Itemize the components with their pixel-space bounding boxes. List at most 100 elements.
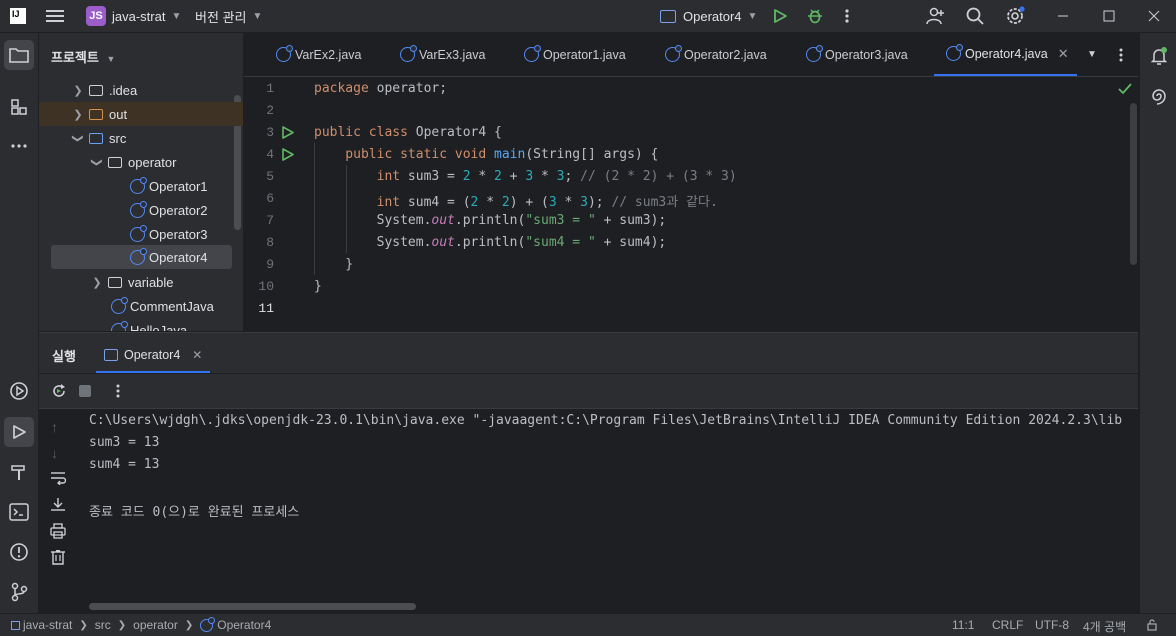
run-tool-icon[interactable] bbox=[4, 417, 34, 447]
tree-item-label: CommentJava bbox=[130, 298, 214, 314]
scroll-down-arrow-icon[interactable]: ↓ bbox=[51, 445, 58, 461]
breadcrumb-item-project[interactable]: java-strat bbox=[23, 618, 72, 632]
tree-item-hellojava[interactable]: HelloJava bbox=[39, 318, 243, 331]
tree-item-src[interactable]: ❯ src bbox=[39, 126, 243, 150]
code-token: package bbox=[314, 81, 377, 96]
notifications-bell-icon[interactable] bbox=[1144, 41, 1174, 71]
code-token: * bbox=[478, 195, 502, 210]
stop-icon[interactable] bbox=[79, 385, 91, 397]
console-output-line: 종료 코드 0(으)로 완료된 프로세스 bbox=[89, 505, 300, 520]
run-config-selector[interactable]: Operator4 ▼ bbox=[660, 0, 757, 32]
code-token: + bbox=[501, 169, 526, 184]
run-side-toolbar: ↑ ↓ bbox=[39, 409, 77, 613]
breadcrumb: java-strat ❯ src ❯ operator ❯ Operator4 bbox=[11, 616, 271, 632]
debug-icon[interactable] bbox=[806, 0, 824, 32]
maximize-icon[interactable] bbox=[1103, 0, 1115, 32]
code-token: public class bbox=[314, 125, 416, 140]
soft-wrap-icon[interactable] bbox=[50, 471, 66, 485]
java-class-icon bbox=[400, 45, 417, 62]
project-selector[interactable]: JS java-strat ▼ bbox=[86, 0, 181, 32]
code-token: .println( bbox=[454, 235, 526, 250]
more-vertical-icon[interactable] bbox=[115, 383, 121, 399]
app-logo-icon[interactable]: IJ bbox=[10, 0, 26, 32]
close-tab-icon[interactable]: ✕ bbox=[192, 348, 202, 362]
line-separator[interactable]: CRLF bbox=[992, 618, 1023, 632]
breadcrumb-item-operator4[interactable]: Operator4 bbox=[217, 618, 271, 632]
vcs-menu[interactable]: 버전 관리 ▼ bbox=[195, 0, 262, 32]
editor-scrollbar[interactable] bbox=[1130, 103, 1137, 265]
run-icon[interactable] bbox=[772, 0, 788, 32]
no-problems-check-icon[interactable] bbox=[1118, 83, 1132, 95]
structure-icon[interactable] bbox=[4, 92, 34, 122]
line-number: 3 bbox=[266, 125, 274, 140]
services-icon[interactable] bbox=[4, 376, 34, 406]
code-line: int sum4 = (2 * 2) + (3 * 3); // sum3과 같… bbox=[314, 191, 718, 210]
more-vertical-icon[interactable] bbox=[844, 0, 850, 32]
breadcrumb-item-operator[interactable]: operator bbox=[133, 618, 178, 632]
code-token: + sum3); bbox=[595, 213, 667, 228]
minimize-icon[interactable] bbox=[1057, 0, 1069, 32]
console-horizontal-scrollbar[interactable] bbox=[89, 603, 416, 610]
run-gutter-icon[interactable] bbox=[282, 126, 294, 139]
tab-varex3[interactable]: VarEx3.java bbox=[400, 33, 485, 76]
run-toolbar bbox=[39, 374, 1138, 409]
code-editor[interactable]: 1 2 3 4 5 6 7 8 9 10 11 package operator… bbox=[244, 77, 1138, 331]
tabs-overflow-chevron-icon[interactable]: ▼ bbox=[1087, 33, 1097, 76]
tab-label: VarEx2.java bbox=[295, 47, 362, 62]
tab-label: Operator3.java bbox=[825, 47, 908, 62]
settings-gear-icon[interactable] bbox=[1005, 0, 1025, 32]
run-gutter-icon[interactable] bbox=[282, 148, 294, 161]
tree-item-idea[interactable]: ❯ .idea bbox=[39, 78, 243, 102]
tab-operator4[interactable]: Operator4.java ✕ bbox=[934, 33, 1077, 76]
more-tools-icon[interactable] bbox=[4, 131, 34, 161]
tab-varex2[interactable]: VarEx2.java bbox=[276, 33, 361, 76]
java-class-icon bbox=[130, 176, 147, 194]
close-tab-icon[interactable]: ✕ bbox=[1058, 46, 1069, 62]
package-icon bbox=[108, 276, 122, 288]
tree-item-variable[interactable]: ❯ variable bbox=[39, 270, 243, 294]
file-encoding[interactable]: UTF-8 bbox=[1035, 618, 1069, 632]
code-token: } bbox=[314, 279, 322, 294]
tree-item-operator3[interactable]: Operator3 bbox=[39, 222, 243, 246]
java-class-icon bbox=[111, 296, 128, 314]
tree-item-operator1[interactable]: Operator1 bbox=[39, 174, 243, 198]
problems-icon[interactable] bbox=[4, 537, 34, 567]
left-tool-strip bbox=[0, 33, 39, 613]
java-class-icon bbox=[200, 616, 216, 632]
tree-item-commentjava[interactable]: CommentJava bbox=[39, 294, 243, 318]
tree-item-out[interactable]: ❯ out bbox=[39, 102, 243, 126]
add-user-icon[interactable] bbox=[926, 0, 946, 32]
indent-setting[interactable]: 4개 공백 bbox=[1083, 618, 1126, 635]
scroll-to-end-icon[interactable] bbox=[50, 497, 66, 511]
read-only-lock-icon[interactable] bbox=[1146, 619, 1158, 631]
tree-item-operator[interactable]: ❯ operator bbox=[39, 150, 243, 174]
search-icon[interactable] bbox=[966, 0, 984, 32]
terminal-icon[interactable] bbox=[4, 497, 34, 527]
main-menu-icon[interactable] bbox=[46, 0, 64, 32]
tab-operator2[interactable]: Operator2.java bbox=[665, 33, 767, 76]
print-icon[interactable] bbox=[50, 523, 66, 539]
line-number: 4 bbox=[266, 147, 274, 162]
code-token: 3 bbox=[548, 195, 557, 210]
line-number: 11 bbox=[258, 301, 274, 316]
tab-operator1[interactable]: Operator1.java bbox=[524, 33, 626, 76]
tab-operator3[interactable]: Operator3.java bbox=[806, 33, 908, 76]
clear-trash-icon[interactable] bbox=[50, 549, 66, 565]
build-hammer-icon[interactable] bbox=[4, 457, 34, 487]
breadcrumb-item-src[interactable]: src bbox=[95, 618, 111, 632]
scroll-up-arrow-icon[interactable]: ↑ bbox=[51, 419, 58, 435]
caret-position[interactable]: 11:1 bbox=[952, 618, 974, 632]
tabs-more-icon[interactable] bbox=[1118, 33, 1124, 76]
project-panel-title[interactable]: 프로젝트 ▼ bbox=[51, 47, 115, 66]
git-icon[interactable] bbox=[4, 577, 34, 607]
tree-item-operator4[interactable]: Operator4 bbox=[51, 245, 232, 269]
code-token: * bbox=[470, 169, 495, 184]
run-tab-operator4[interactable]: Operator4 ✕ bbox=[96, 339, 211, 373]
line-number: 1 bbox=[266, 81, 274, 96]
tree-item-operator2[interactable]: Operator2 bbox=[39, 198, 243, 222]
rerun-icon[interactable] bbox=[51, 383, 67, 399]
run-panel-header: 실행 Operator4 ✕ bbox=[39, 333, 1138, 373]
close-window-icon[interactable] bbox=[1148, 0, 1160, 32]
project-folder-icon[interactable] bbox=[4, 40, 34, 70]
ai-assistant-spiral-icon[interactable] bbox=[1144, 81, 1174, 111]
